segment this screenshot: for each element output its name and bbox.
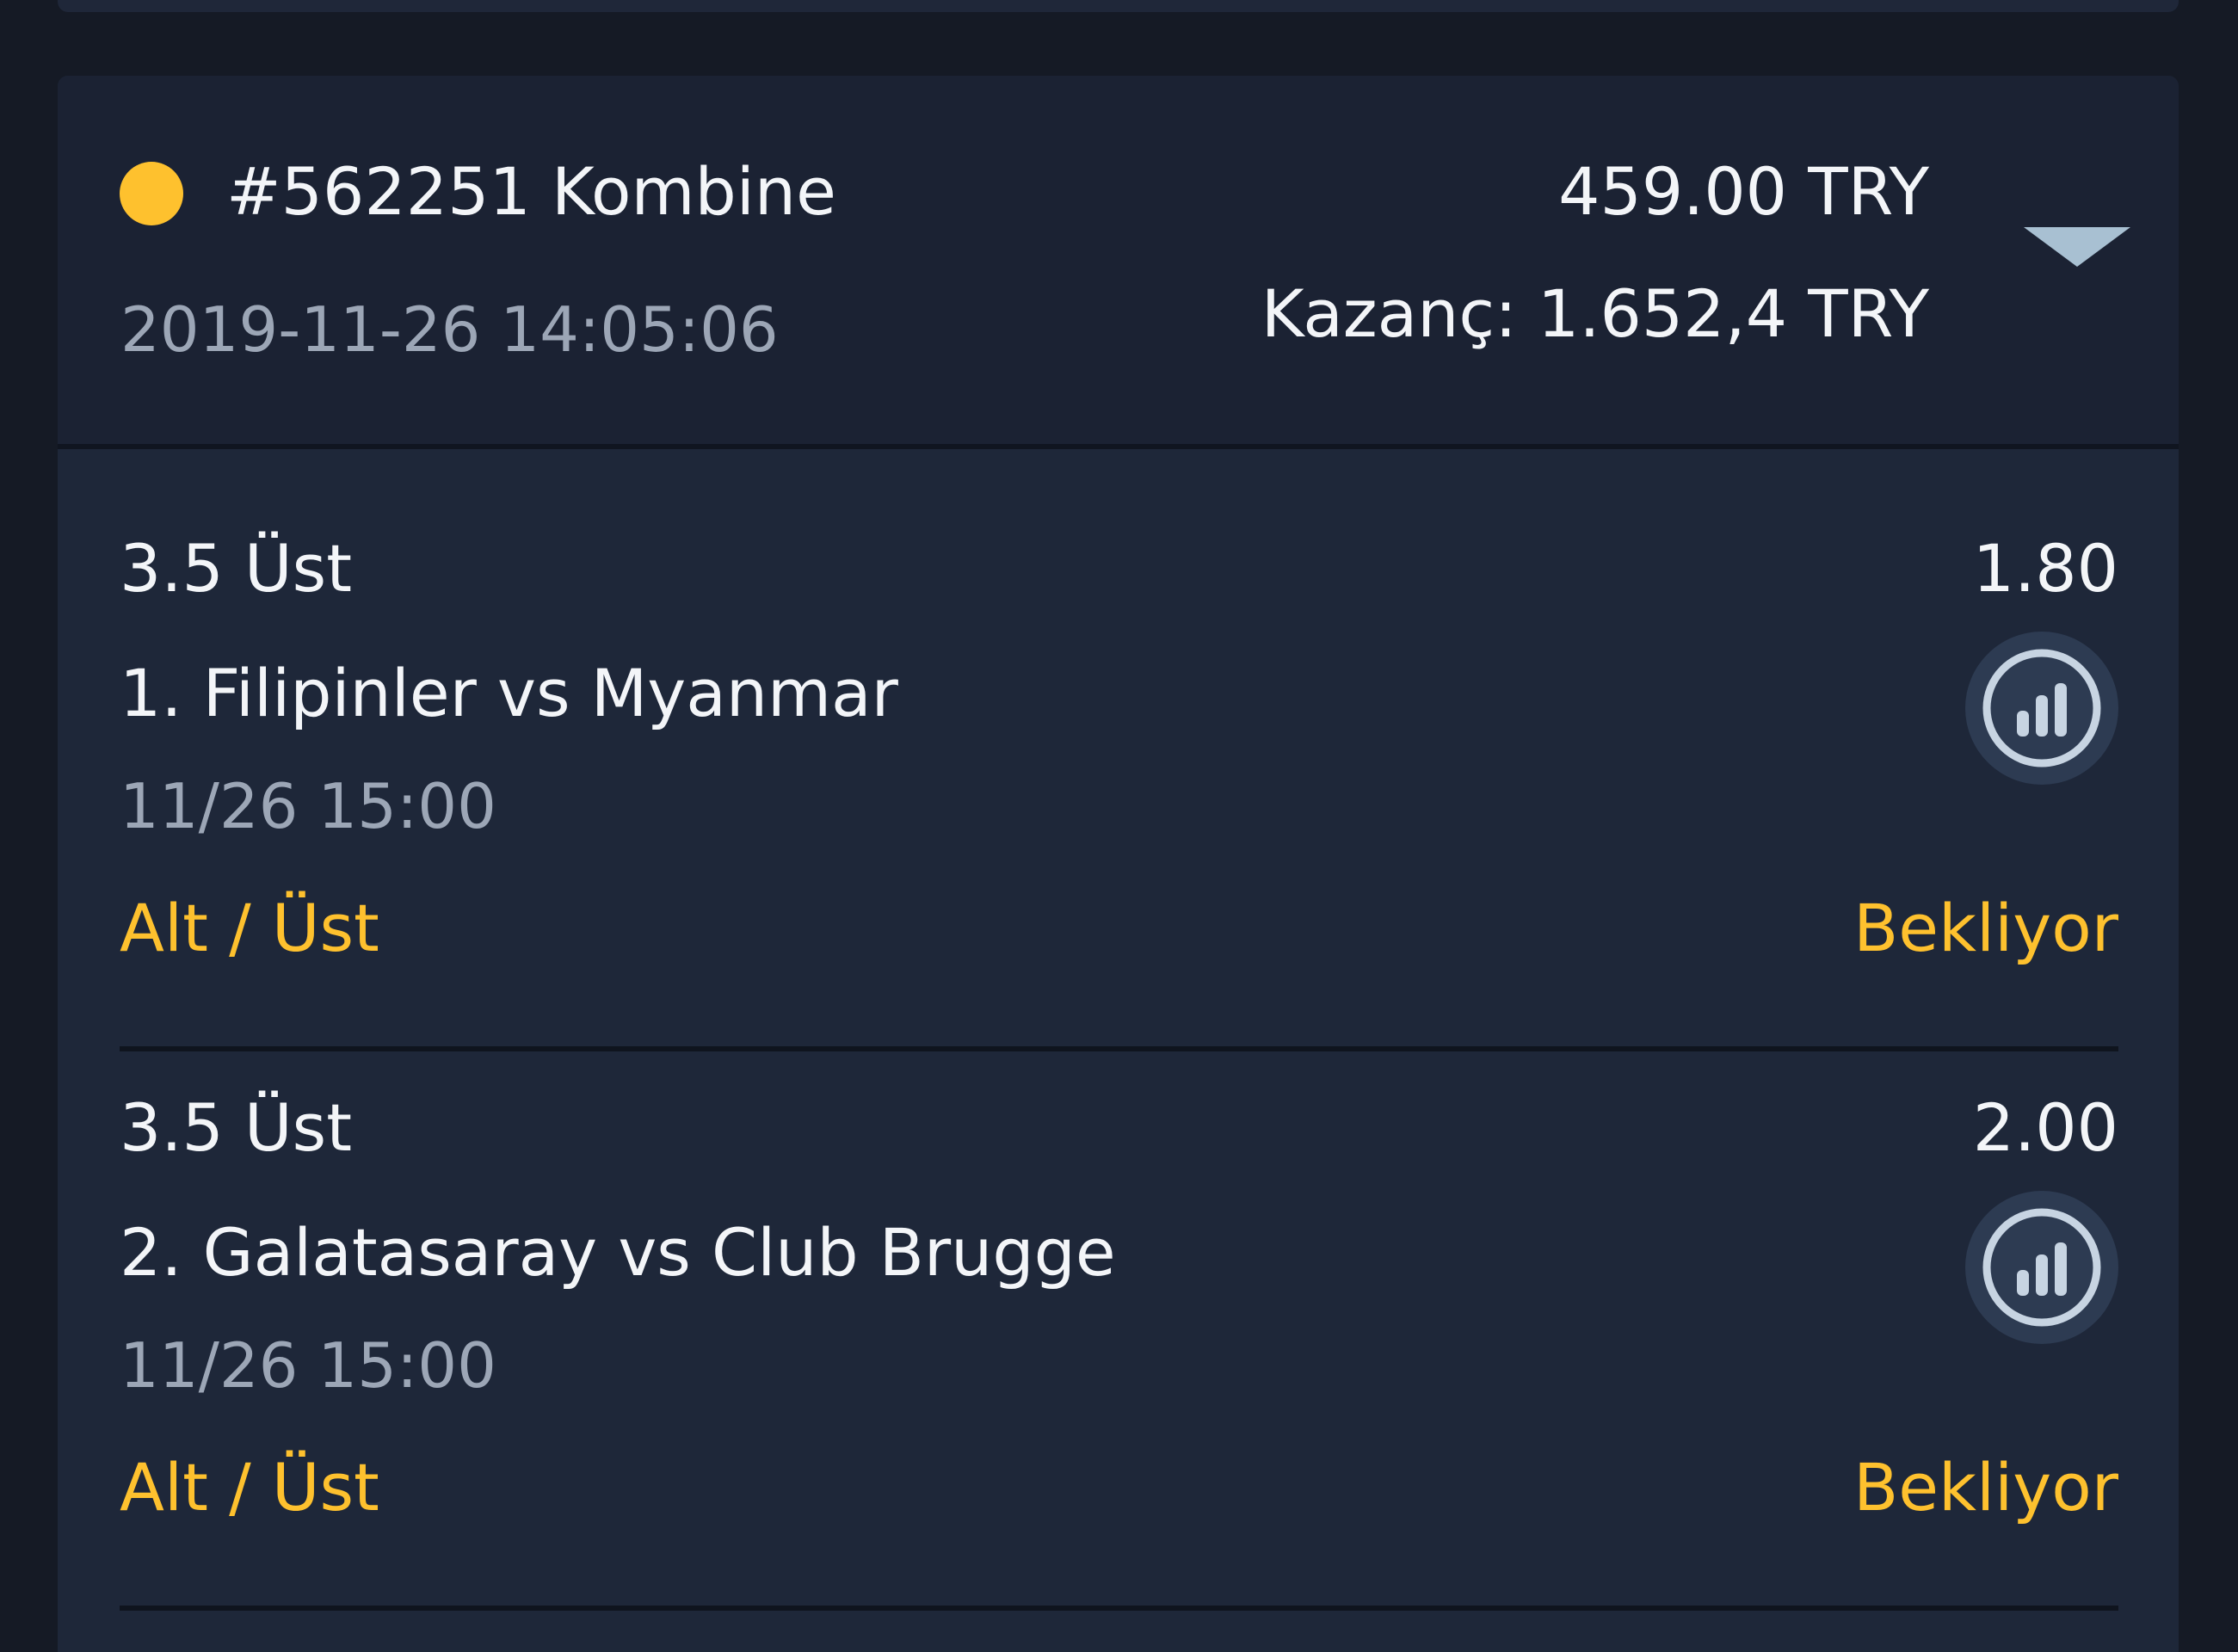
selection-market: 3.5 Üst xyxy=(120,1089,353,1166)
selection-odds: 1.80 xyxy=(1972,530,2118,607)
selection-divider xyxy=(120,1046,2118,1051)
stats-button[interactable] xyxy=(1965,632,2118,785)
selection-time: 11/26 15:00 xyxy=(120,1329,496,1402)
header-divider xyxy=(58,444,2179,449)
selection-item: 3.5 Üst 1.80 1. Filipinler vs Myanmar 11… xyxy=(120,521,2118,1081)
bet-title: #562251 Kombine xyxy=(226,153,836,230)
status-dot xyxy=(120,162,183,225)
selection-status: Bekliyor xyxy=(1853,1449,2118,1526)
selection-status: Bekliyor xyxy=(1853,890,2118,966)
bet-card: #562251 Kombine 2019-11-26 14:05:06 459.… xyxy=(58,76,2179,1652)
bet-header[interactable]: #562251 Kombine 2019-11-26 14:05:06 459.… xyxy=(58,76,2179,444)
selection-time: 11/26 15:00 xyxy=(120,770,496,842)
previous-card-edge xyxy=(58,0,2179,12)
selection-bet-type: Alt / Üst xyxy=(120,1449,379,1526)
selection-divider xyxy=(120,1606,2118,1611)
selection-item: 3.5 Üst 2.00 2. Galatasaray vs Club Brug… xyxy=(120,1081,2118,1640)
bar-chart-icon xyxy=(1982,649,2101,767)
bet-datetime: 2019-11-26 14:05:06 xyxy=(120,293,779,366)
selection-match: 1. Filipinler vs Myanmar xyxy=(120,655,898,731)
bar-chart-icon xyxy=(1982,1208,2101,1327)
chevron-down-icon[interactable] xyxy=(2024,227,2130,267)
stats-button[interactable] xyxy=(1965,1191,2118,1344)
selection-match: 2. Galatasaray vs Club Brugge xyxy=(120,1214,1116,1291)
selection-odds: 2.00 xyxy=(1972,1089,2118,1166)
bet-winnings: Kazanç: 1.652,4 TRY xyxy=(1261,275,1929,352)
selection-market: 3.5 Üst xyxy=(120,530,353,607)
bet-stake: 459.00 TRY xyxy=(1558,153,1929,230)
selection-bet-type: Alt / Üst xyxy=(120,890,379,966)
